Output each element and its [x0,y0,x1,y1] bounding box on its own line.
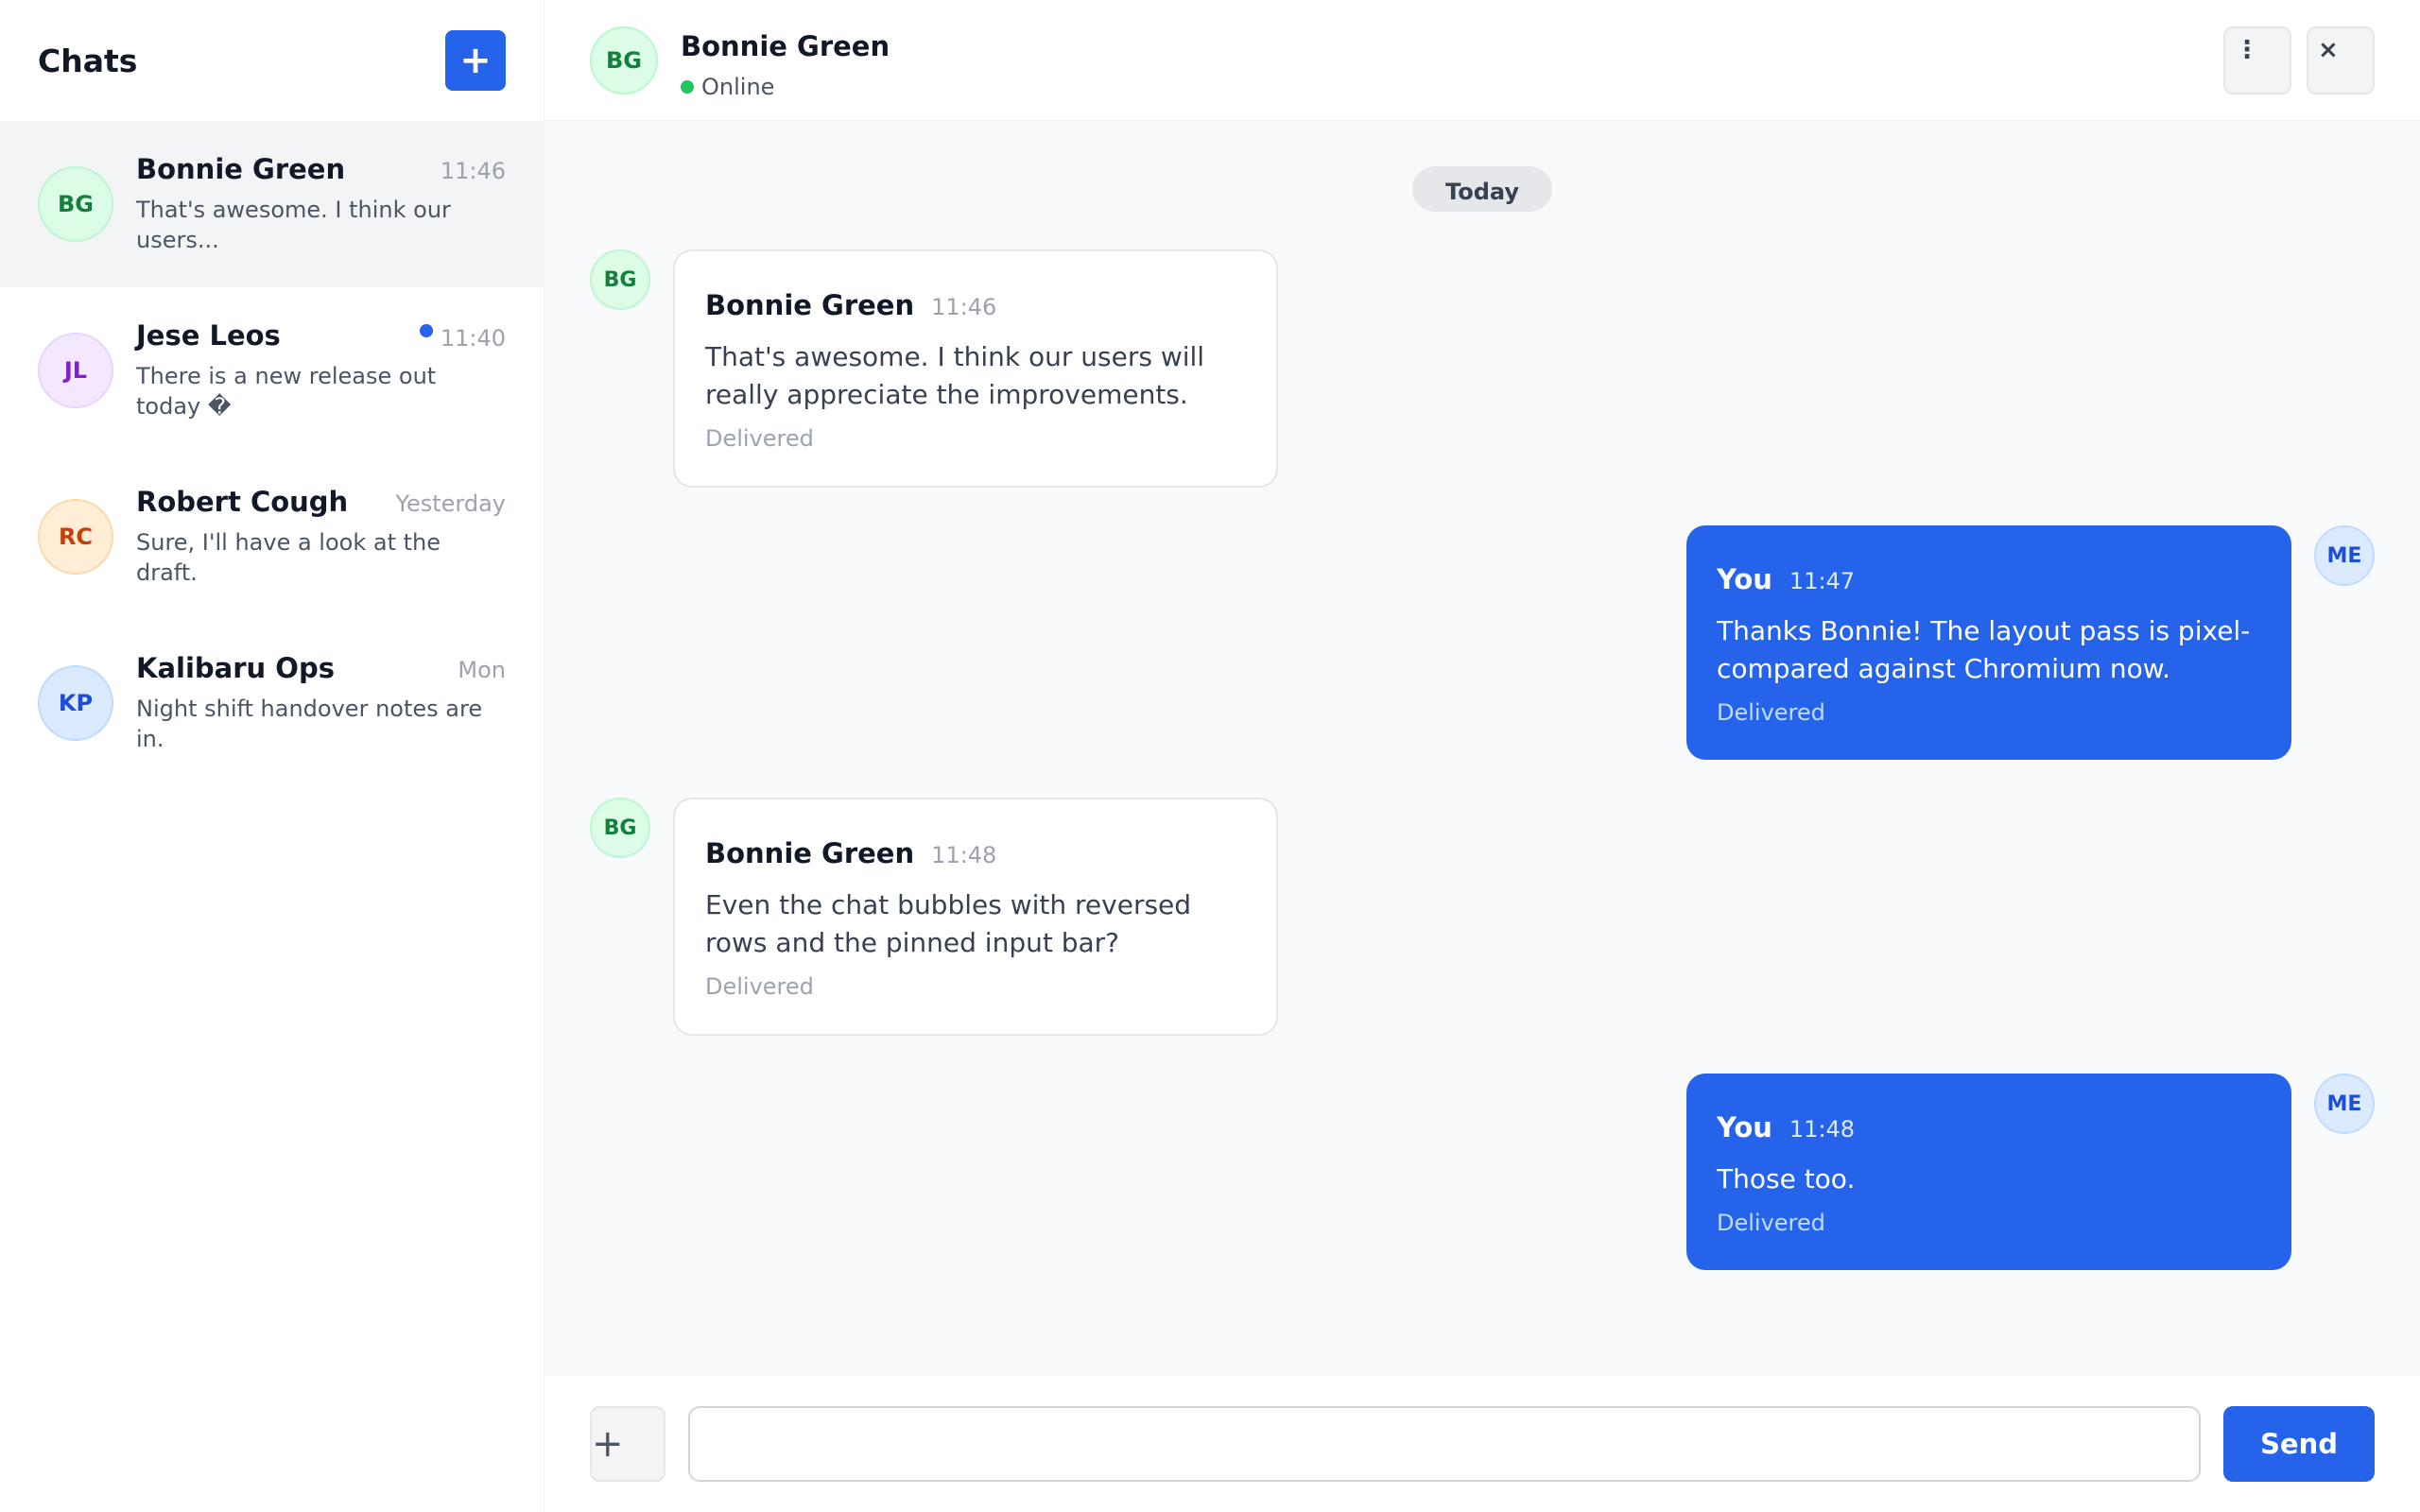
message-input[interactable] [688,1406,2201,1482]
delivery-status: Delivered [705,425,814,452]
date-separator: Today [1412,166,1552,212]
conversation-sidebar: Chats + BG Bonnie Green 11:46 That's awe… [0,0,544,1512]
plus-icon: + [592,1422,624,1466]
unread-indicator-icon [419,324,433,337]
conversation-preview: That's awesome. I think our users... [136,197,451,253]
message-text: Even the chat bubbles with reversed rows… [705,889,1192,958]
status-label: Online [701,74,775,100]
message-time: 11:46 [931,294,997,320]
avatar: JL [38,333,113,408]
message-time: 11:48 [931,842,997,868]
message-bubble-outgoing: You 11:48 Those too. Delivered [1686,1074,2291,1270]
message-bubble-incoming: Bonnie Green 11:48 Even the chat bubbles… [673,798,1278,1036]
conversation-item-bonnie-green[interactable]: BG Bonnie Green 11:46 That's awesome. I … [0,121,544,287]
new-chat-button[interactable]: + [445,30,506,91]
message-composer: + Send [544,1376,2420,1512]
contact-name: Bonnie Green [681,30,890,62]
avatar: BG [590,249,650,310]
kebab-menu-icon: ⋮ [2235,36,2259,64]
delivery-status: Delivered [1717,699,1825,726]
close-chat-button[interactable]: × [2307,26,2375,94]
send-button[interactable]: Send [2223,1406,2375,1482]
avatar: BG [590,26,658,94]
avatar: ME [2314,1074,2375,1134]
delivery-status: Delivered [1717,1210,1825,1236]
avatar: RC [38,499,113,575]
conversation-preview: Sure, I'll have a look at the draft. [136,529,441,586]
message-sender: Bonnie Green [705,289,915,321]
conversation-preview: There is a new release out today � [136,363,437,420]
message-sender: You [1717,563,1772,595]
message-bubble-outgoing: You 11:47 Thanks Bonnie! The layout pass… [1686,525,2291,760]
conversation-item-jese-leos[interactable]: JL Jese Leos 11:40 There is a new releas… [0,287,544,454]
avatar: KP [38,665,113,741]
conversation-time: 11:46 [440,158,506,184]
message-time: 11:47 [1789,568,1856,594]
message-sender: You [1717,1111,1772,1143]
avatar: BG [38,166,113,242]
chat-panel: BG Bonnie Green Online ⋮ × Today BG Bonn… [544,0,2420,1512]
conversation-name: Robert Cough [136,486,349,518]
sidebar-header: Chats + [0,0,544,121]
message-bubble-incoming: Bonnie Green 11:46 That's awesome. I thi… [673,249,1278,488]
avatar: ME [2314,525,2375,586]
close-icon: × [2318,36,2339,64]
presence-status: Online [681,74,774,100]
message-text: That's awesome. I think our users will r… [705,341,1205,410]
conversation-item-robert-cough[interactable]: RC Robert Cough Yesterday Sure, I'll hav… [0,454,544,620]
message-sender: Bonnie Green [705,837,915,869]
conversation-time: Mon [458,657,506,683]
conversation-name: Jese Leos [136,319,281,352]
message-text: Those too. [1717,1163,1856,1194]
plus-icon: + [459,39,492,82]
message-text: Thanks Bonnie! The layout pass is pixel-… [1717,615,2251,684]
conversation-preview: Night shift handover notes are in. [136,696,483,752]
conversation-name: Kalibaru Ops [136,652,335,684]
conversation-time: 11:40 [440,325,506,352]
more-options-button[interactable]: ⋮ [2223,26,2291,94]
conversation-time: Yesterday [395,490,506,517]
conversation-item-kalibaru-ops[interactable]: KP Kalibaru Ops Mon Night shift handover… [0,620,544,786]
avatar: BG [590,798,650,858]
message-time: 11:48 [1789,1116,1856,1143]
sidebar-title: Chats [38,42,138,79]
online-dot-icon [681,80,694,94]
attach-button[interactable]: + [590,1406,666,1482]
conversation-name: Bonnie Green [136,153,346,185]
chat-header: BG Bonnie Green Online ⋮ × [544,0,2420,121]
delivery-status: Delivered [705,973,814,1000]
